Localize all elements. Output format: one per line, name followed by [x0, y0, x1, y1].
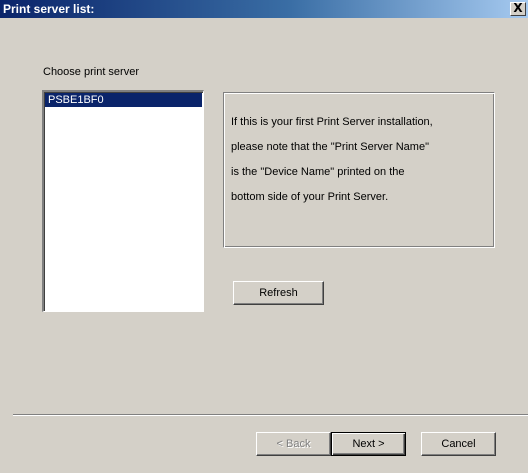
back-button[interactable]: < Back — [256, 432, 331, 456]
next-button[interactable]: Next > — [331, 432, 406, 456]
separator — [13, 414, 528, 416]
refresh-button[interactable]: Refresh — [233, 281, 324, 305]
window-title: Print server list: — [3, 2, 95, 16]
choose-print-server-label: Choose print server — [43, 66, 139, 78]
close-icon: X — [513, 1, 523, 15]
info-text-line: is the "Device Name" printed on the — [231, 166, 405, 178]
cancel-button[interactable]: Cancel — [421, 432, 496, 456]
info-groupbox: If this is your first Print Server insta… — [223, 92, 495, 248]
list-item[interactable]: PSBE1BF0 — [45, 93, 202, 107]
title-bar: Print server list: X — [0, 0, 528, 18]
print-server-listbox[interactable]: PSBE1BF0 — [42, 90, 204, 312]
close-button[interactable]: X — [510, 2, 526, 16]
info-text-line: please note that the "Print Server Name" — [231, 141, 429, 153]
info-text-line: If this is your first Print Server insta… — [231, 116, 433, 128]
info-text-line: bottom side of your Print Server. — [231, 191, 389, 203]
